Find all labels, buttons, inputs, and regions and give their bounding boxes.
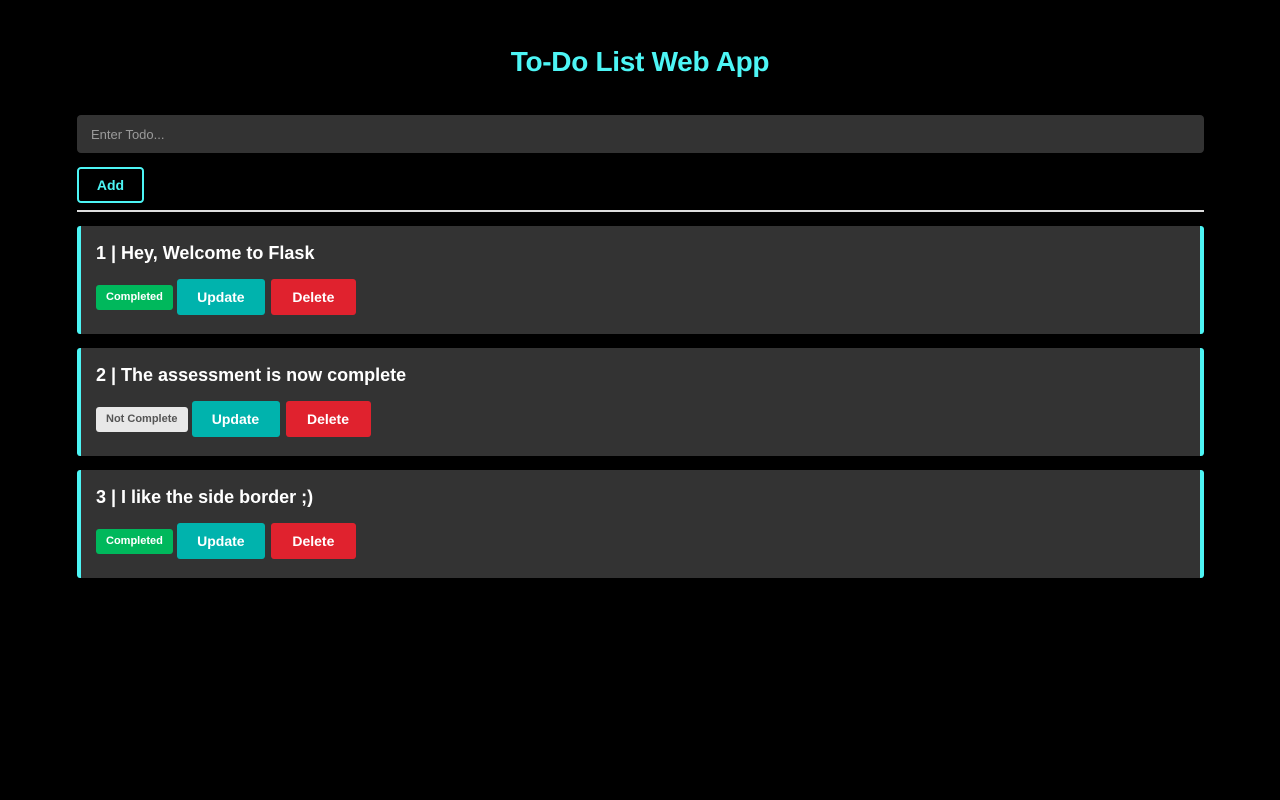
delete-button[interactable]: Delete	[285, 401, 371, 437]
update-button[interactable]: Update	[191, 401, 280, 437]
add-button[interactable]: Add	[77, 167, 144, 203]
todo-item: 3 | I like the side border ;) Completed …	[77, 470, 1204, 578]
delete-button[interactable]: Delete	[270, 279, 356, 315]
update-button[interactable]: Update	[176, 279, 265, 315]
status-badge: Completed	[96, 284, 173, 310]
todo-title: 2 | The assessment is now complete	[96, 365, 407, 385]
todo-item: 1 | Hey, Welcome to Flask Completed Upda…	[77, 226, 1204, 334]
todo-title: 3 | I like the side border ;)	[96, 487, 314, 507]
todo-title: 1 | Hey, Welcome to Flask	[96, 243, 315, 263]
status-badge: Not Complete	[96, 406, 188, 432]
update-button[interactable]: Update	[176, 523, 265, 559]
todo-item: 2 | The assessment is now complete Not C…	[77, 348, 1204, 456]
todo-input[interactable]	[77, 115, 1204, 153]
page-title: To-Do List Web App	[510, 46, 770, 77]
status-badge: Completed	[96, 528, 173, 554]
divider	[77, 210, 1204, 212]
delete-button[interactable]: Delete	[270, 523, 356, 559]
todo-list: 1 | Hey, Welcome to Flask Completed Upda…	[77, 226, 1204, 592]
